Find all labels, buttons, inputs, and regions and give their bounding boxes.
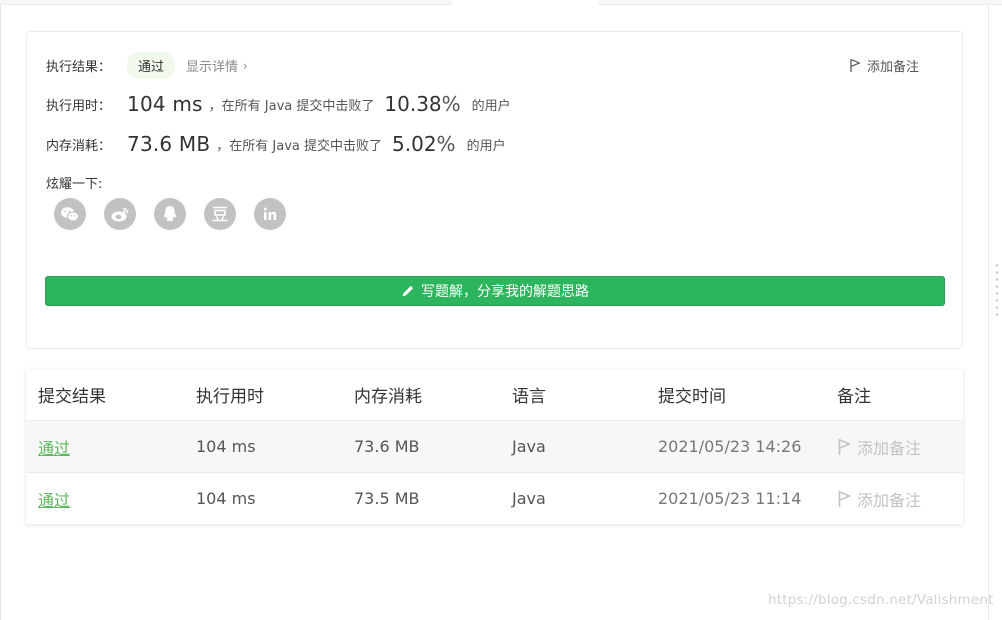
active-tab-notch [452,0,598,5]
show-details-link[interactable]: 显示详情 › [186,56,248,76]
flag-icon [838,438,851,455]
row-language: Java [512,489,546,508]
memory-row: 内存消耗： 73.6 MB ，在所有 Java 提交中击败了 5.02% 的用户 [46,132,506,156]
runtime-row: 执行用时： 104 ms ，在所有 Java 提交中击败了 10.38% 的用户 [46,92,511,116]
table-row[interactable]: 通过 104 ms 73.6 MB Java 2021/05/23 14:26 … [26,420,963,472]
row-submit-time: 2021/05/23 11:14 [658,489,802,508]
show-details-label: 显示详情 [186,60,239,75]
qq-icon[interactable] [154,198,186,230]
header-status: 提交结果 [38,387,106,407]
memory-percent: 5.02% [392,132,456,156]
memory-beat-text: ，在所有 Java 提交中击败了 [216,138,383,154]
row-language: Java [512,437,546,456]
table-header: 提交结果 执行用时 内存消耗 语言 提交时间 备注 [26,369,963,420]
runtime-value: 104 ms [127,92,203,116]
add-note-button[interactable]: 添加备注 [849,56,919,75]
row-add-note-label: 添加备注 [857,438,922,458]
memory-percent-value: 5.02 [392,132,437,156]
chevron-right-icon: › [243,58,248,73]
watermark: https://blog.csdn.net/Valishment [768,592,994,608]
runtime-percent-sign: % [441,92,461,116]
runtime-percent: 10.38% [384,92,460,116]
row-runtime: 104 ms [196,437,256,456]
header-runtime: 执行用时 [196,387,264,407]
write-solution-label: 写题解，分享我的解题思路 [421,284,589,300]
wechat-icon[interactable] [54,198,86,230]
header-submit-time: 提交时间 [658,387,726,407]
runtime-label: 执行用时： [46,98,112,114]
runtime-percent-value: 10.38 [384,92,442,116]
row-submit-time: 2021/05/23 14:26 [658,437,802,456]
add-note-label: 添加备注 [867,60,920,75]
status-badge: 通过 [127,52,176,79]
header-note: 备注 [837,387,871,407]
pencil-icon [402,285,414,297]
row-memory: 73.6 MB [354,437,420,456]
memory-percent-sign: % [436,132,456,156]
result-card: 执行结果： 通过 显示详情 › 添加备注 执行用时： 104 ms ，在所有 J… [26,31,963,349]
linkedin-icon[interactable] [254,198,286,230]
row-add-note-button[interactable]: 添加备注 [837,473,921,524]
memory-users-text: 的用户 [466,138,506,154]
runtime-beat-text: ，在所有 Java 提交中击败了 [208,98,375,114]
share-label: 炫耀一下: [46,177,103,192]
row-add-note-label: 添加备注 [857,490,922,510]
runtime-users-text: 的用户 [471,98,511,114]
left-border [0,5,1,620]
memory-value: 73.6 MB [127,132,211,156]
row-status-link[interactable]: 通过 [38,421,70,472]
resize-handle[interactable] [995,262,999,320]
row-runtime: 104 ms [196,489,256,508]
flag-icon [850,58,861,72]
right-border [988,5,989,620]
row-status-link[interactable]: 通过 [38,473,70,524]
row-add-note-button[interactable]: 添加备注 [837,421,921,472]
header-language: 语言 [512,387,546,407]
weibo-icon[interactable] [104,198,136,230]
share-icons [54,198,304,230]
flag-icon [838,490,851,507]
douban-icon[interactable] [204,198,236,230]
status-row: 执行结果： 通过 显示详情 › [46,52,248,79]
header-memory: 内存消耗 [354,387,422,407]
submissions-table: 提交结果 执行用时 内存消耗 语言 提交时间 备注 通过 104 ms 73.6… [26,369,963,524]
write-solution-button[interactable]: 写题解，分享我的解题思路 [45,276,945,306]
row-memory: 73.5 MB [354,489,420,508]
status-label: 执行结果： [46,60,112,75]
table-row[interactable]: 通过 104 ms 73.5 MB Java 2021/05/23 11:14 … [26,472,963,524]
share-label-row: 炫耀一下: [46,173,102,192]
memory-label: 内存消耗： [46,138,112,154]
top-border [0,0,1002,5]
